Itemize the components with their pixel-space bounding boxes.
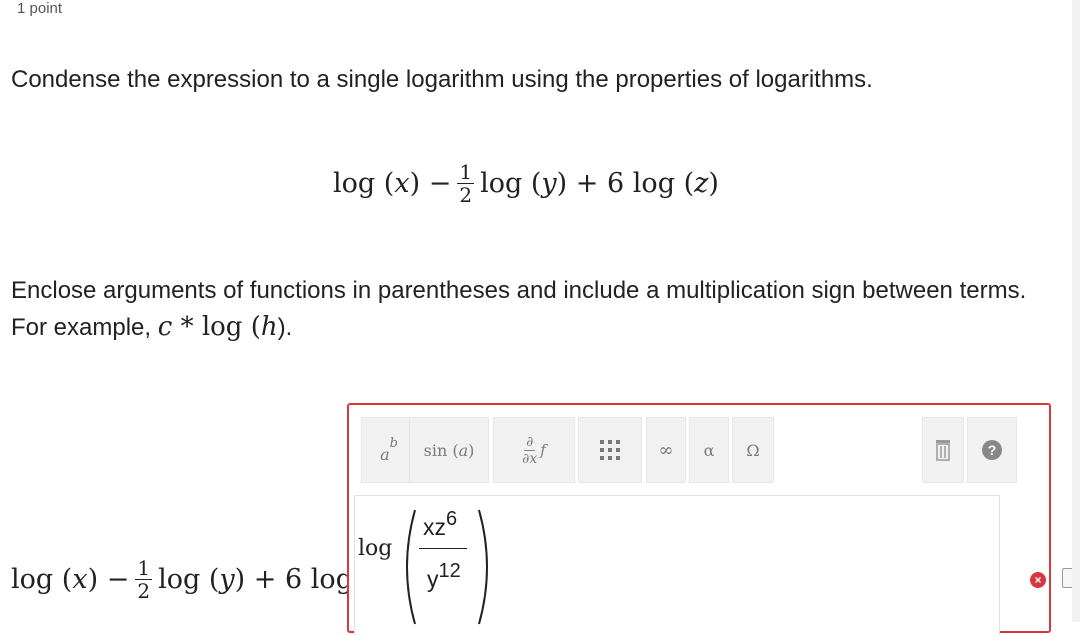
points-label: 1 point [17, 0, 63, 17]
help-icon: ? [982, 440, 1002, 460]
minus-sign: − [106, 564, 130, 595]
sin-label: sin [423, 440, 448, 460]
paren: ) [708, 168, 719, 199]
math-editor: ab sin (a) ∂ ∂x f ∞ α Ω ? log xz6 y12 [347, 403, 1051, 635]
superscript-base: a [380, 444, 390, 464]
deriv-f: f [540, 441, 546, 459]
paren: ( [250, 312, 261, 342]
example-end: ). [277, 314, 293, 341]
function-button[interactable]: sin (a) [409, 417, 489, 483]
sin-arg: a [458, 440, 469, 460]
fraction-half: 1 2 [135, 558, 153, 601]
deriv-den: ∂x [522, 450, 538, 467]
answer-prefix-expression: log (x) − 1 2 log (y) + 6 log [11, 558, 349, 601]
frac-den: 2 [459, 183, 473, 207]
log-fn: log [632, 168, 675, 199]
var-z: z [694, 168, 709, 199]
denominator-base: y [427, 566, 439, 592]
matrix-grid-icon [600, 440, 620, 460]
omega-icon: Ω [746, 440, 760, 460]
minus-sign: − [428, 168, 452, 199]
instructions: Enclose arguments of functions in parent… [11, 272, 1061, 346]
frac-num: 1 [457, 160, 475, 184]
paren: ) [87, 564, 99, 595]
deriv-num: ∂ [524, 433, 536, 451]
var-y: y [219, 564, 235, 595]
log-fn: log [480, 168, 523, 199]
fraction-half: 1 2 [457, 160, 475, 207]
var-x: x [394, 168, 410, 199]
denominator-exp: 12 [438, 560, 461, 582]
var-y: y [541, 168, 557, 199]
frac-num: 1 [135, 558, 153, 580]
omega-button[interactable]: Ω [732, 417, 774, 483]
input-denominator: y12 [427, 560, 461, 593]
log-fn: log [158, 564, 201, 595]
plus-sign: + [253, 564, 277, 595]
infinity-icon: ∞ [658, 439, 674, 461]
numerator-base: xz [423, 514, 446, 540]
example-expression: c * log (h [158, 312, 278, 342]
input-numerator: xz6 [423, 508, 457, 541]
answer-input[interactable]: log xz6 y12 [354, 495, 1000, 635]
frac-den: 2 [137, 579, 151, 601]
fraction-bar [419, 548, 467, 549]
scrollbar[interactable] [1072, 0, 1080, 622]
given-expression: log (x) − 1 2 log (y) + 6 log (z) [333, 162, 719, 205]
log-fn: log [310, 564, 349, 595]
log-fn: log [11, 564, 54, 595]
plus-sign: + [575, 168, 599, 199]
coefficient: 6 [607, 168, 625, 199]
coefficient: 6 [285, 564, 303, 595]
numerator-exp: 6 [446, 508, 458, 530]
error-status-icon: × [1030, 572, 1046, 588]
paren: ) [556, 168, 568, 199]
question-prompt: Condense the expression to a single loga… [11, 66, 873, 93]
infinity-button[interactable]: ∞ [646, 417, 686, 483]
paren: ( [683, 168, 695, 199]
example-log: log [201, 312, 243, 342]
alpha-button[interactable]: α [689, 417, 729, 483]
alpha-icon: α [703, 440, 715, 460]
paren: ( [383, 168, 395, 199]
paren: ( [208, 564, 220, 595]
derivative-button[interactable]: ∂ ∂x f [493, 417, 575, 483]
trash-icon [936, 440, 950, 461]
input-log: log [358, 536, 393, 561]
paren: ( [530, 168, 542, 199]
help-button[interactable]: ? [967, 417, 1017, 483]
example-star: * [180, 312, 194, 342]
paren: ) [234, 564, 246, 595]
paren: ) [409, 168, 421, 199]
clear-button[interactable] [922, 417, 964, 483]
log-fn: log [333, 168, 376, 199]
paren: ( [61, 564, 73, 595]
var-x: x [72, 564, 88, 595]
example-c: c [157, 312, 173, 342]
matrix-button[interactable] [578, 417, 642, 483]
example-h: h [260, 312, 278, 342]
superscript-exp: b [389, 435, 398, 451]
